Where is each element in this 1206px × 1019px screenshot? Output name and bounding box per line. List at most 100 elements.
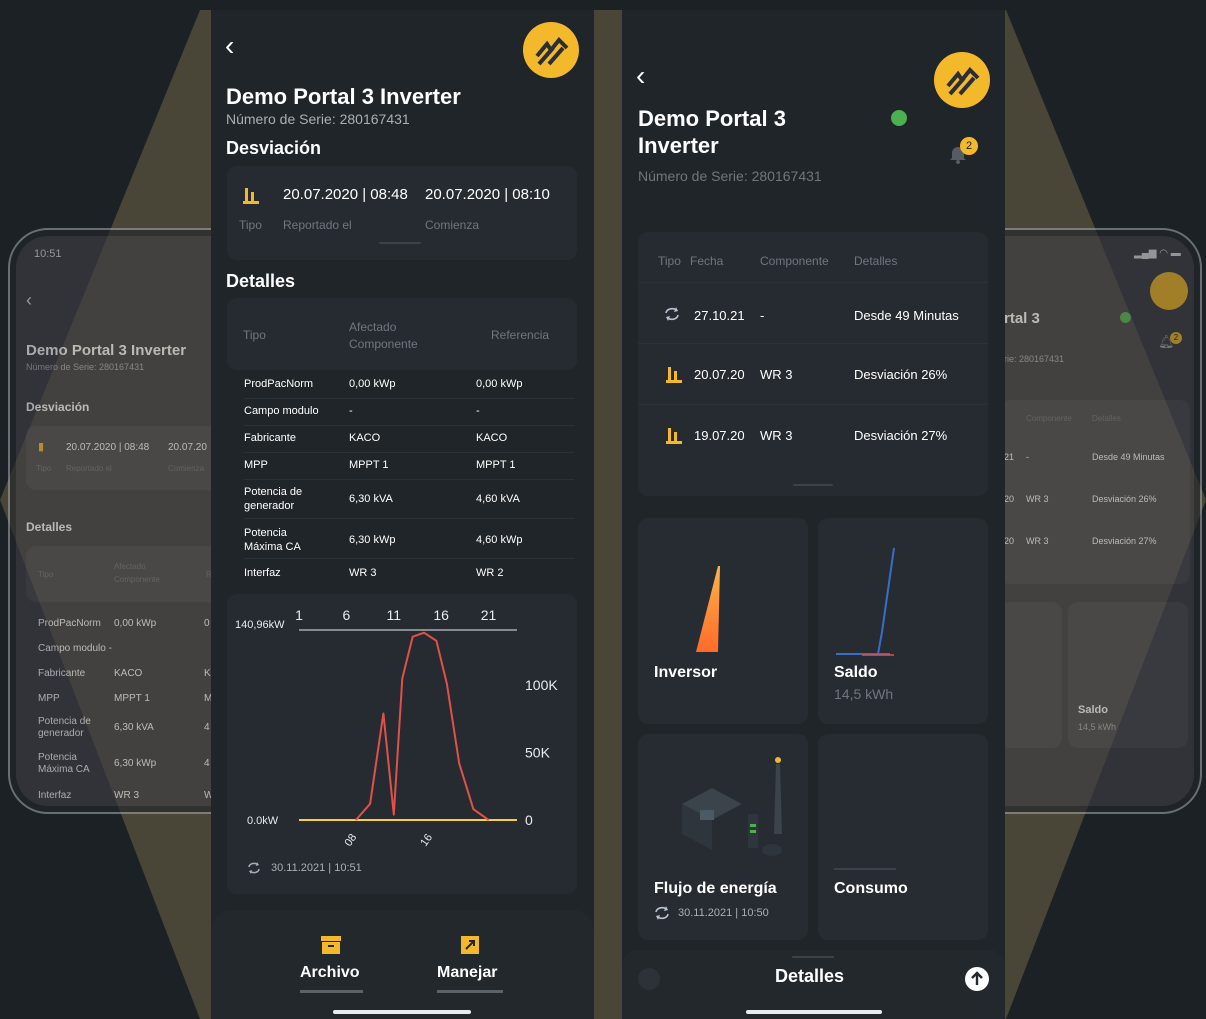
nav-manejar[interactable]: Manejar	[437, 964, 497, 982]
table-row: Fabricante KACO KACO	[244, 426, 574, 453]
deviation-start-label: Comienza	[425, 218, 480, 232]
serial-number: Número de Serie: 280167431	[226, 111, 410, 127]
row-value: -	[349, 405, 353, 417]
tile-saldo-title: Saldo	[1078, 704, 1108, 716]
status-time: 10:51	[34, 248, 62, 260]
table-row: MPP MPPT 1 MPPT 1	[244, 453, 574, 480]
left-ghost-phone: 10:51 ‹ Demo Portal 3 Inverter Número de…	[8, 228, 218, 816]
back-icon[interactable]: ‹	[26, 290, 32, 311]
page-title: Demo Portal 3 Inverter	[226, 84, 461, 109]
back-icon[interactable]: ‹	[636, 62, 645, 90]
event-row-comp: -	[1026, 452, 1029, 462]
event-row[interactable]: 21	[1004, 452, 1014, 462]
event-component: WR 3	[760, 367, 793, 382]
header-tipo: Tipo	[658, 254, 681, 268]
nav-archivo-underline	[300, 990, 363, 993]
serial-number: Número de Serie: 280167431	[638, 168, 822, 184]
brand-logo-icon[interactable]	[1150, 272, 1188, 310]
event-row-detail: Desviación 27%	[1092, 536, 1157, 546]
x-tick-top: 6	[342, 607, 350, 623]
notification-badge: 2	[1170, 332, 1182, 344]
arrow-up-icon[interactable]	[964, 966, 990, 992]
info-icon[interactable]	[638, 968, 660, 990]
tile-consumo-title: Consumo	[834, 880, 908, 897]
event-row-comp: WR 3	[1026, 494, 1049, 504]
page-title: Demo Portal 3 Inverter	[26, 342, 187, 359]
deviation-date: 20.07.2020 | 08:48	[66, 442, 150, 453]
manage-icon[interactable]	[461, 936, 479, 954]
bottom-sheet-title: Detalles	[775, 966, 845, 986]
y-left-min-label: 0.0kW	[247, 815, 279, 827]
row-value: 6,30 kWp	[349, 534, 396, 546]
nav-archivo[interactable]: Archivo	[300, 964, 360, 982]
sync-icon	[655, 906, 669, 920]
table-row: Campo modulo -	[38, 643, 112, 654]
sync-icon	[665, 307, 679, 321]
row-key-2: generador	[244, 500, 295, 512]
x-tick-bottom: 08	[342, 832, 359, 849]
header-reference: Referencia	[491, 328, 550, 342]
event-detail: Desviación 27%	[854, 428, 948, 443]
deviation-card[interactable]: 20.07.2020 | 08:48 20.07.2020 | 08:10 Ti…	[227, 166, 577, 260]
x-tick-top: 1	[295, 607, 303, 623]
row-key: Potencia de	[244, 486, 303, 498]
section-details: Detalles	[226, 271, 296, 291]
power-chart-card[interactable]: 1 6 11 16 21 08 16 140,96kW 0.0kW 100K 50K 0 30.11.…	[227, 594, 577, 894]
event-row-detail: Desviación 26%	[1092, 494, 1157, 504]
tile-consumo[interactable]: Consumo	[818, 734, 988, 940]
table-row: Potencia Máxima CA 6,30 kWp 4,60 kWp	[244, 519, 574, 559]
bottom-sheet[interactable]: Detalles	[622, 950, 1005, 1019]
tile-saldo-value: 14,5 kWh	[1078, 722, 1117, 732]
header-component: Componente	[1026, 414, 1072, 423]
power-chart[interactable]: 1 6 11 16 2108 16140,96kW0.0kW100K50K0	[227, 594, 577, 894]
bottom-nav: Archivo Manejar	[211, 910, 594, 1019]
section-deviation: Desviación	[226, 138, 322, 158]
row-key: Fabricante	[244, 432, 296, 444]
back-icon[interactable]: ‹	[225, 32, 234, 60]
event-row[interactable]: 20.07.20 WR 3 Desviación 26%	[638, 345, 988, 405]
section-deviation: Desviación	[26, 400, 90, 414]
event-component: WR 3	[760, 428, 793, 443]
archive-icon[interactable]	[321, 936, 341, 954]
brand-logo-icon[interactable]	[523, 22, 579, 78]
notification-badge: 2	[960, 137, 978, 155]
tile-inversor[interactable]: Inversor	[638, 518, 808, 724]
deviation-reported-label: Reportado el	[283, 218, 352, 232]
table-row: Interfaz WR 3W	[38, 790, 214, 801]
events-card: Tipo Fecha Componente Detalles 27.10.21 …	[638, 232, 988, 496]
header-component: Componente	[349, 337, 418, 351]
event-row[interactable]: 20	[1004, 494, 1014, 504]
tile-left[interactable]	[1004, 602, 1062, 748]
event-row[interactable]: 20	[1004, 536, 1014, 546]
table-row: ProdPacNorm 0,00 kWp 0,00 kWp	[244, 372, 574, 399]
event-row[interactable]: 27.10.21 - Desde 49 Minutas	[638, 286, 988, 344]
card-handle	[793, 484, 833, 486]
deviation-card[interactable]	[26, 426, 218, 490]
home-indicator	[746, 1010, 882, 1014]
event-date: 27.10.21	[694, 308, 745, 323]
solar-icon: ▮	[38, 441, 45, 453]
row-value: 0,00 kWp	[349, 378, 396, 390]
page-title: rtal 3	[1004, 310, 1040, 327]
tile-saldo[interactable]: Saldo 14,5 kWh	[818, 518, 988, 724]
row-reference: 0,00 kWp	[476, 378, 523, 390]
serial-number: Número de Serie: 280167431	[26, 362, 145, 372]
header-fecha: Fecha	[690, 254, 724, 268]
deviation-tipo-label: Tipo	[36, 464, 52, 473]
deviation-reported-label: Reportado el	[66, 464, 112, 473]
brand-logo-icon[interactable]	[934, 52, 990, 108]
event-detail: Desde 49 Minutas	[854, 308, 959, 323]
x-tick-bottom: 16	[418, 832, 435, 849]
header-tipo: Tipo	[243, 328, 266, 342]
tile-saldo-title: Saldo	[834, 664, 878, 681]
row-key: ProdPacNorm	[244, 378, 314, 390]
header-details: Detalles	[854, 254, 898, 268]
event-detail: Desviación 26%	[854, 367, 948, 382]
nav-manejar-underline	[437, 990, 503, 993]
header-details: Detalles	[1092, 414, 1121, 423]
event-row[interactable]: 19.07.20 WR 3 Desviación 27%	[638, 406, 988, 466]
deviation-start-date: 20.07.2020 | 08:10	[425, 186, 550, 203]
details-header	[26, 546, 218, 602]
tile-flujo[interactable]: Flujo de energía 30.11.2021 | 10:50	[638, 734, 808, 940]
table-row: Potencia de generador 6,30 kVA 4,60 kVA	[244, 480, 574, 519]
